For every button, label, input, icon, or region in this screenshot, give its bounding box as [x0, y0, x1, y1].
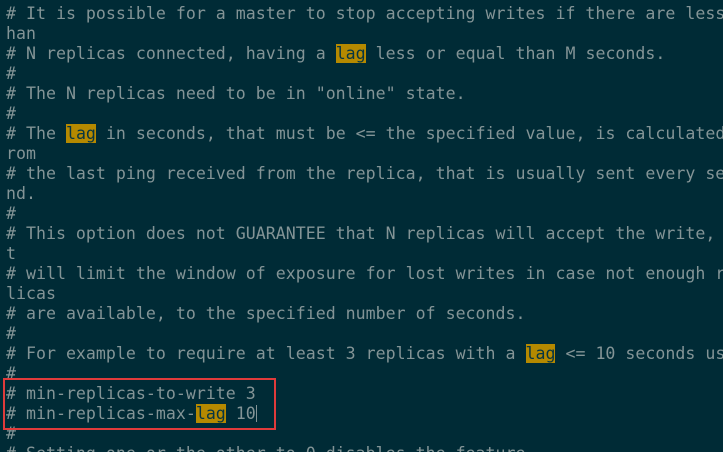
line-text: # The N replicas need to be in "online" … — [6, 84, 466, 103]
text-line: # — [6, 324, 16, 344]
text-line: han — [6, 24, 36, 44]
text-line: # The lag in seconds, that must be <= th… — [6, 124, 723, 144]
line-text: # For example to require at least 3 repl… — [6, 344, 526, 363]
text-line: rom — [6, 144, 36, 164]
line-text: # It is possible for a master to stop ac… — [6, 4, 723, 23]
line-text: nd. — [6, 184, 36, 203]
text-line: # will limit the window of exposure for … — [6, 264, 723, 284]
text-line: # the last ping received from the replic… — [6, 164, 723, 184]
line-text: # This option does not GUARANTEE that N … — [6, 224, 723, 243]
line-text: # N replicas connected, having a — [6, 44, 336, 63]
text-line: # — [6, 104, 16, 124]
line-text: rom — [6, 144, 36, 163]
line-text: # The — [6, 124, 66, 143]
line-text: # — [6, 204, 16, 223]
text-line: # are available, to the specified number… — [6, 304, 526, 324]
line-text: t — [6, 244, 16, 263]
partial-line: # Setting one or the other to 0 disables… — [6, 444, 536, 452]
line-text: # will limit the window of exposure for … — [6, 264, 723, 283]
terminal-editor[interactable]: # It is possible for a master to stop ac… — [0, 0, 723, 452]
text-line: # This option does not GUARANTEE that N … — [6, 224, 723, 244]
text-line: # For example to require at least 3 repl… — [6, 344, 723, 364]
text-line: # N replicas connected, having a lag les… — [6, 44, 665, 64]
text-line: licas — [6, 284, 56, 304]
annotation-box — [3, 378, 276, 430]
search-match-highlight: lag — [525, 344, 556, 363]
line-text: han — [6, 24, 36, 43]
text-line: # — [6, 204, 16, 224]
search-match-highlight: lag — [335, 44, 366, 63]
line-text: # are available, to the specified number… — [6, 304, 526, 323]
line-text: <= 10 seconds use: — [565, 344, 723, 363]
text-line: # The N replicas need to be in "online" … — [6, 84, 466, 104]
text-line: # — [6, 64, 16, 84]
line-text: # — [6, 64, 16, 83]
text-line: t — [6, 244, 16, 264]
line-text: licas — [6, 284, 56, 303]
line-text: # — [6, 104, 16, 123]
line-text: # — [6, 324, 16, 343]
text-line: nd. — [6, 184, 36, 204]
search-match-highlight: lag — [65, 124, 96, 143]
text-line: # It is possible for a master to stop ac… — [6, 4, 723, 24]
line-text: in seconds, that must be <= the specifie… — [95, 124, 723, 143]
line-text: # the last ping received from the replic… — [6, 164, 723, 183]
line-text: less or equal than M seconds. — [365, 44, 666, 63]
